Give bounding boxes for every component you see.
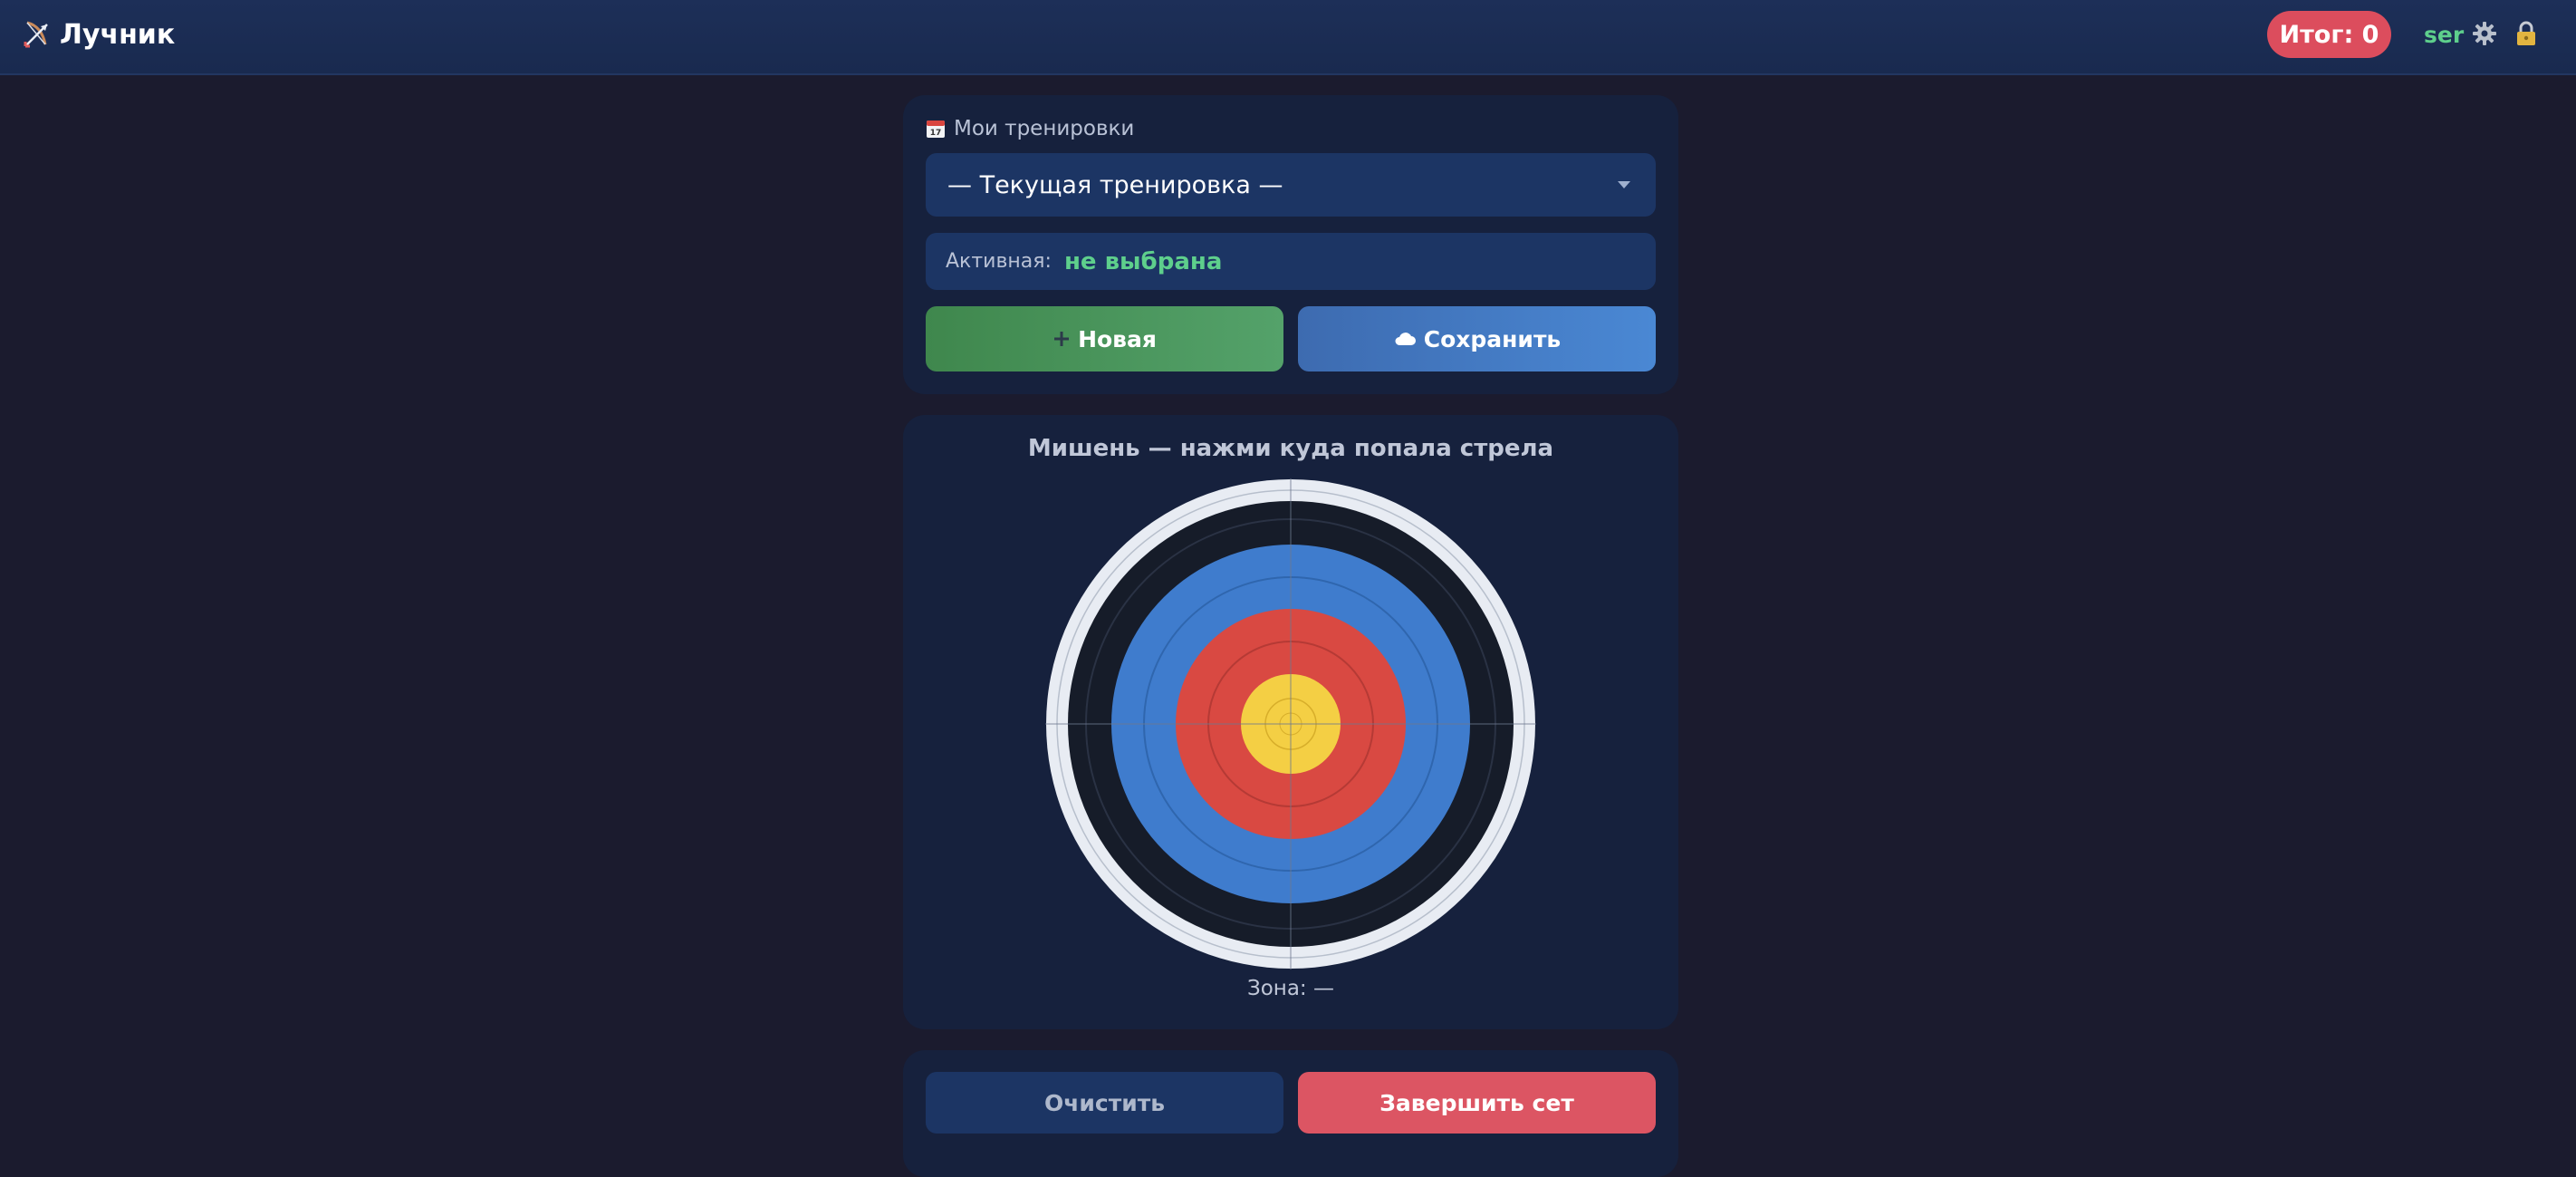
plus-icon xyxy=(1054,332,1070,346)
new-training-button[interactable]: Новая xyxy=(926,306,1283,371)
trainings-label-text: Мои тренировки xyxy=(954,117,1135,140)
save-training-label: Сохранить xyxy=(1423,325,1562,352)
archery-target[interactable] xyxy=(1045,478,1536,970)
new-training-label: Новая xyxy=(1078,325,1157,352)
lock-icon xyxy=(2517,21,2535,45)
save-training-button[interactable]: Сохранить xyxy=(1298,306,1656,371)
gear-icon xyxy=(2473,22,2496,45)
trainings-section-label: 17 Мои тренировки xyxy=(925,115,1134,142)
bow-arrow-icon xyxy=(24,21,48,48)
actions-card: Очистить Завершить сет xyxy=(903,1050,1678,1177)
clear-button[interactable]: Очистить xyxy=(926,1072,1283,1134)
active-training-row: Активная: не выбрана xyxy=(926,233,1656,290)
training-select[interactable]: — Текущая тренировка — xyxy=(926,153,1656,217)
calendar-icon: 17 xyxy=(927,121,945,138)
settings-button[interactable] xyxy=(2467,16,2502,51)
logout-button[interactable] xyxy=(2509,16,2543,51)
username[interactable]: ser xyxy=(2424,18,2464,51)
chevron-down-icon xyxy=(1618,181,1630,188)
trainings-card: 17 Мои тренировки — Текущая тренировка —… xyxy=(903,95,1678,394)
training-select-value: — Текущая тренировка — xyxy=(947,170,1283,199)
svg-text:17: 17 xyxy=(930,129,942,138)
target-card: Мишень — нажми куда попала стрела Зона: … xyxy=(903,415,1678,1029)
cloud-icon xyxy=(1395,333,1416,345)
app-header: Лучник Итог: 0 ser xyxy=(0,0,2576,75)
active-training-value: не выбрана xyxy=(1063,247,1223,275)
app-title: Лучник xyxy=(60,18,176,51)
zone-readout: Зона: — xyxy=(1246,977,1334,1000)
finish-set-button[interactable]: Завершить сет xyxy=(1298,1072,1656,1134)
score-badge: Итог: 0 xyxy=(2267,11,2391,58)
target-title: Мишень — нажми куда попала стрела xyxy=(1027,435,1554,462)
app-logo[interactable]: Лучник xyxy=(22,16,175,53)
active-training-label: Активная: xyxy=(946,250,1052,273)
